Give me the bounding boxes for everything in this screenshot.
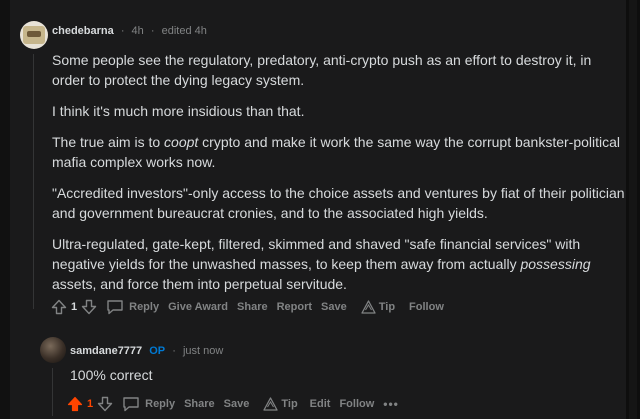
scrollbar-track[interactable] bbox=[629, 0, 637, 419]
comment-paragraph: The true aim is to coopt crypto and make… bbox=[52, 134, 621, 170]
op-badge: OP bbox=[149, 345, 166, 357]
comment-actions: 1 Reply Give Award Share Report Save Tip… bbox=[50, 298, 453, 316]
comment-meta: samdane7777 OP · just now bbox=[70, 345, 224, 357]
comment-thread: chedebarna · 4h · edited 4h Some people … bbox=[0, 0, 640, 419]
reply-button[interactable]: Reply bbox=[106, 299, 159, 315]
comment-body: 100% correct bbox=[70, 367, 153, 383]
comment-paragraph: Ultra-regulated, gate-kept, filtered, sk… bbox=[52, 236, 591, 292]
left-gutter bbox=[0, 0, 10, 419]
edited-label: edited 4h bbox=[161, 25, 207, 37]
comment-age[interactable]: 4h bbox=[132, 25, 144, 37]
vote-score: 1 bbox=[71, 301, 78, 313]
comment-author[interactable]: chedebarna bbox=[52, 25, 114, 37]
give-award-button[interactable]: Give Award bbox=[168, 301, 228, 313]
tip-button[interactable]: Tip bbox=[361, 300, 395, 314]
follow-button[interactable]: Follow bbox=[339, 398, 374, 410]
follow-button[interactable]: Follow bbox=[409, 301, 444, 313]
emphasis: coopt bbox=[164, 134, 199, 150]
comment-bubble-icon bbox=[107, 300, 123, 315]
save-button[interactable]: Save bbox=[224, 398, 250, 410]
comment-actions: 1 Reply Share Save Tip Edit Follow ••• bbox=[66, 395, 408, 413]
thread-line[interactable] bbox=[33, 54, 34, 309]
more-options-icon[interactable]: ••• bbox=[383, 397, 399, 411]
comment-age[interactable]: just now bbox=[183, 345, 223, 357]
save-button[interactable]: Save bbox=[321, 301, 347, 313]
user-avatar-icon[interactable] bbox=[20, 21, 48, 49]
comment-paragraph: "Accredited investors"-only access to th… bbox=[52, 185, 625, 221]
comment-paragraph: I think it's much more insidious than th… bbox=[52, 103, 305, 119]
comment-body: Some people see the regulatory, predator… bbox=[52, 50, 627, 305]
vote-score: 1 bbox=[87, 398, 94, 410]
upvote-icon[interactable] bbox=[50, 298, 68, 316]
downvote-icon[interactable] bbox=[96, 395, 114, 413]
comment-meta: chedebarna · 4h · edited 4h bbox=[52, 25, 207, 37]
thread-line[interactable] bbox=[52, 368, 53, 416]
comment-paragraph: Some people see the regulatory, predator… bbox=[52, 52, 592, 88]
tip-triangle-icon bbox=[361, 300, 376, 314]
tip-triangle-icon bbox=[263, 397, 279, 411]
tip-button[interactable]: Tip bbox=[263, 397, 298, 411]
share-button[interactable]: Share bbox=[184, 398, 215, 410]
edit-button[interactable]: Edit bbox=[310, 398, 331, 410]
comment-bubble-icon bbox=[123, 397, 139, 412]
downvote-icon[interactable] bbox=[80, 298, 98, 316]
scrollbar[interactable] bbox=[626, 0, 640, 419]
report-button[interactable]: Report bbox=[277, 301, 312, 313]
emphasis: possessing bbox=[520, 256, 591, 272]
user-avatar-icon[interactable] bbox=[40, 337, 66, 363]
upvote-icon[interactable] bbox=[66, 395, 84, 413]
share-button[interactable]: Share bbox=[237, 301, 268, 313]
reply-button[interactable]: Reply bbox=[122, 396, 175, 412]
comment-author[interactable]: samdane7777 bbox=[70, 345, 142, 357]
